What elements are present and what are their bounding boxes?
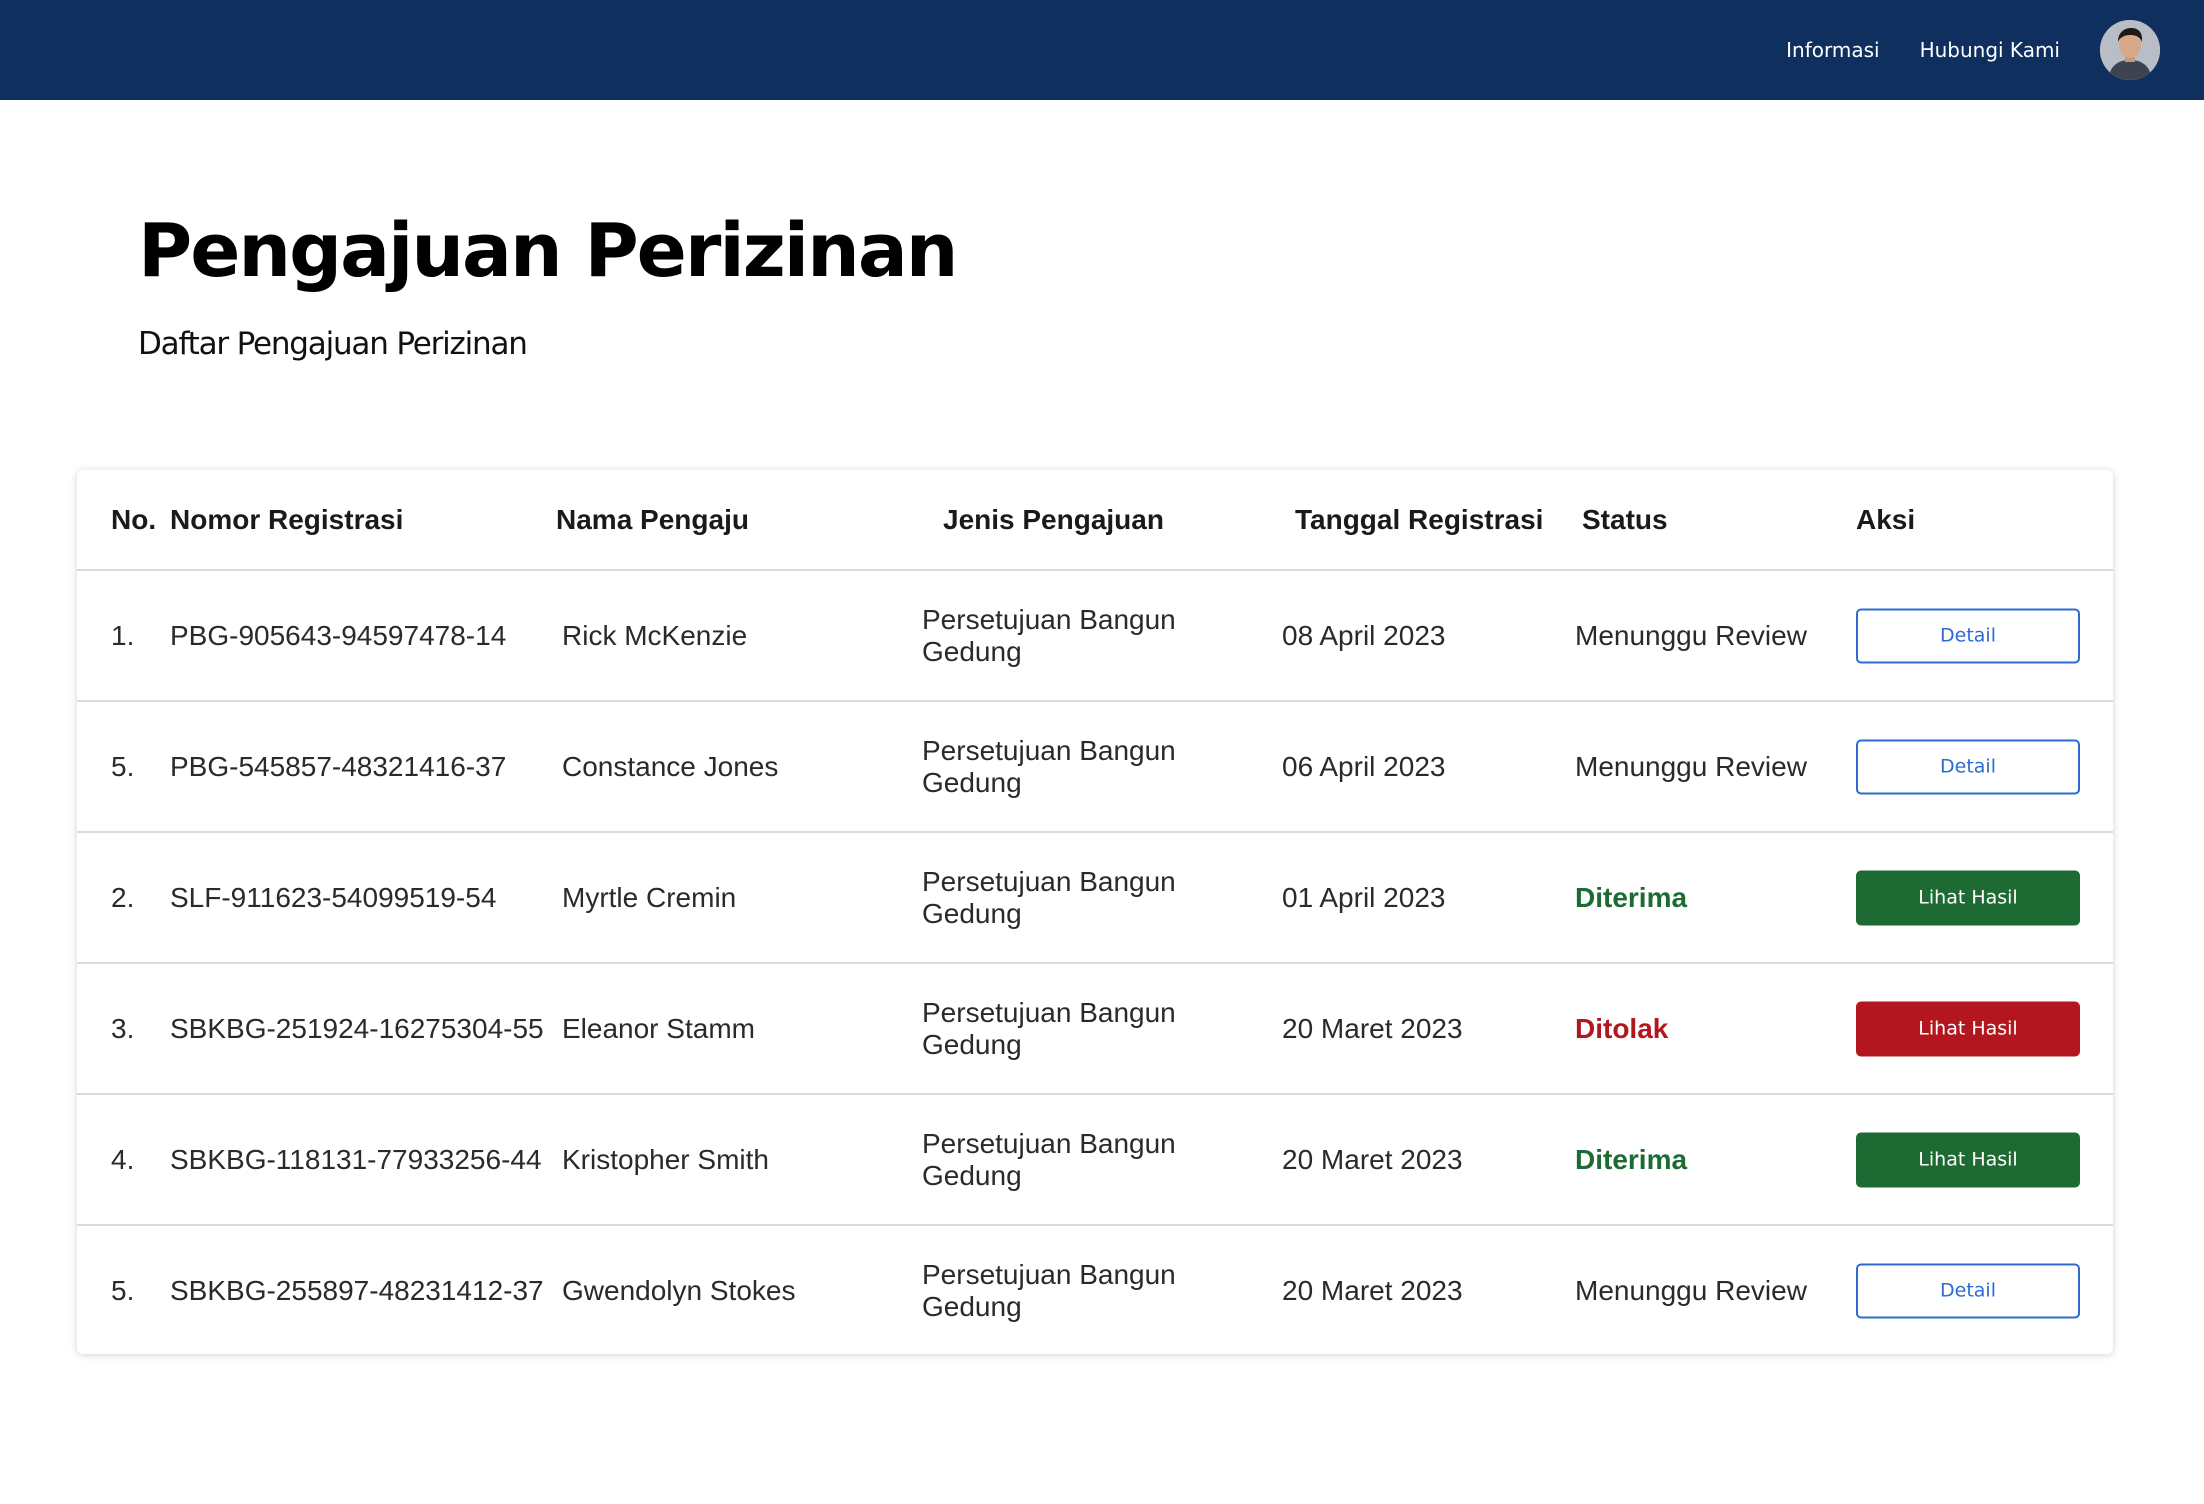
cell-jenis-pengajuan: Persetujuan Bangun Gedung: [922, 1258, 1176, 1322]
cell-nomor-registrasi: SBKBG-251924-16275304-55: [170, 1012, 544, 1044]
cell-tanggal-registrasi: 20 Maret 2023: [1282, 1274, 1463, 1306]
avatar[interactable]: [2100, 20, 2160, 80]
detail-button[interactable]: Detail: [1856, 739, 2080, 794]
table-row: 1. PBG-905643-94597478-14 Rick McKenzie …: [77, 571, 2113, 702]
cell-jenis-pengajuan: Persetujuan Bangun Gedung: [922, 865, 1176, 929]
top-navbar: Informasi Hubungi Kami: [0, 0, 2204, 100]
table-row: 3. SBKBG-251924-16275304-55 Eleanor Stam…: [77, 964, 2113, 1095]
status-badge: Menunggu Review: [1575, 1274, 1807, 1306]
table-row: 5. SBKBG-255897-48231412-37 Gwendolyn St…: [77, 1226, 2113, 1354]
cell-tanggal-registrasi: 01 April 2023: [1282, 881, 1446, 913]
status-badge: Menunggu Review: [1575, 619, 1807, 651]
detail-button[interactable]: Detail: [1856, 1263, 2080, 1318]
cell-nomor-registrasi: SBKBG-118131-77933256-44: [170, 1143, 542, 1175]
table-row: 4. SBKBG-118131-77933256-44 Kristopher S…: [77, 1095, 2113, 1226]
cell-no: 5.: [111, 750, 135, 782]
cell-no: 4.: [111, 1143, 135, 1175]
cell-no: 5.: [111, 1274, 135, 1306]
header-no: No.: [111, 503, 157, 535]
status-badge: Diterima: [1575, 1143, 1688, 1175]
header-status: Status: [1582, 503, 1668, 535]
cell-nomor-registrasi: PBG-905643-94597478-14: [170, 619, 507, 651]
header-aksi: Aksi: [1856, 503, 1916, 535]
cell-nama-pengaju: Myrtle Cremin: [562, 881, 737, 913]
cell-nama-pengaju: Constance Jones: [562, 750, 779, 782]
cell-tanggal-registrasi: 06 April 2023: [1282, 750, 1446, 782]
status-badge: Diterima: [1575, 881, 1688, 913]
status-badge: Menunggu Review: [1575, 750, 1807, 782]
cell-nomor-registrasi: SLF-911623-54099519-54: [170, 881, 497, 913]
lihat-hasil-button[interactable]: Lihat Hasil: [1856, 1132, 2080, 1187]
header-tanggal-registrasi: Tanggal Registrasi: [1295, 503, 1544, 535]
page-subtitle: Daftar Pengajuan Perizinan: [138, 326, 528, 362]
lihat-hasil-button[interactable]: Lihat Hasil: [1856, 870, 2080, 925]
cell-jenis-pengajuan: Persetujuan Bangun Gedung: [922, 734, 1176, 798]
nav-link-informasi[interactable]: Informasi: [1786, 38, 1879, 62]
cell-jenis-pengajuan: Persetujuan Bangun Gedung: [922, 603, 1176, 667]
header-jenis-pengajuan: Jenis Pengajuan: [943, 503, 1164, 535]
cell-nama-pengaju: Kristopher Smith: [562, 1143, 769, 1175]
cell-nama-pengaju: Eleanor Stamm: [562, 1012, 755, 1044]
cell-no: 3.: [111, 1012, 135, 1044]
detail-button[interactable]: Detail: [1856, 608, 2080, 663]
cell-tanggal-registrasi: 08 April 2023: [1282, 619, 1446, 651]
cell-no: 1.: [111, 619, 135, 651]
submission-table: No. Nomor Registrasi Nama Pengaju Jenis …: [77, 470, 2113, 1354]
page-title: Pengajuan Perizinan: [138, 208, 958, 294]
lihat-hasil-button[interactable]: Lihat Hasil: [1856, 1001, 2080, 1056]
user-avatar-icon: [2100, 20, 2160, 80]
cell-tanggal-registrasi: 20 Maret 2023: [1282, 1012, 1463, 1044]
cell-nomor-registrasi: PBG-545857-48321416-37: [170, 750, 507, 782]
cell-no: 2.: [111, 881, 135, 913]
cell-tanggal-registrasi: 20 Maret 2023: [1282, 1143, 1463, 1175]
cell-nomor-registrasi: SBKBG-255897-48231412-37: [170, 1274, 544, 1306]
cell-nama-pengaju: Rick McKenzie: [562, 619, 748, 651]
header-nama-pengaju: Nama Pengaju: [556, 503, 749, 535]
cell-nama-pengaju: Gwendolyn Stokes: [562, 1274, 796, 1306]
cell-jenis-pengajuan: Persetujuan Bangun Gedung: [922, 996, 1176, 1060]
table-header-row: No. Nomor Registrasi Nama Pengaju Jenis …: [77, 470, 2113, 571]
status-badge: Ditolak: [1575, 1012, 1669, 1044]
top-nav: Informasi Hubungi Kami: [1786, 0, 2160, 100]
nav-link-hubungi-kami[interactable]: Hubungi Kami: [1920, 38, 2060, 62]
table-row: 5. PBG-545857-48321416-37 Constance Jone…: [77, 702, 2113, 833]
cell-jenis-pengajuan: Persetujuan Bangun Gedung: [922, 1127, 1176, 1191]
table-row: 2. SLF-911623-54099519-54 Myrtle Cremin …: [77, 833, 2113, 964]
header-nomor-registrasi: Nomor Registrasi: [170, 503, 404, 535]
